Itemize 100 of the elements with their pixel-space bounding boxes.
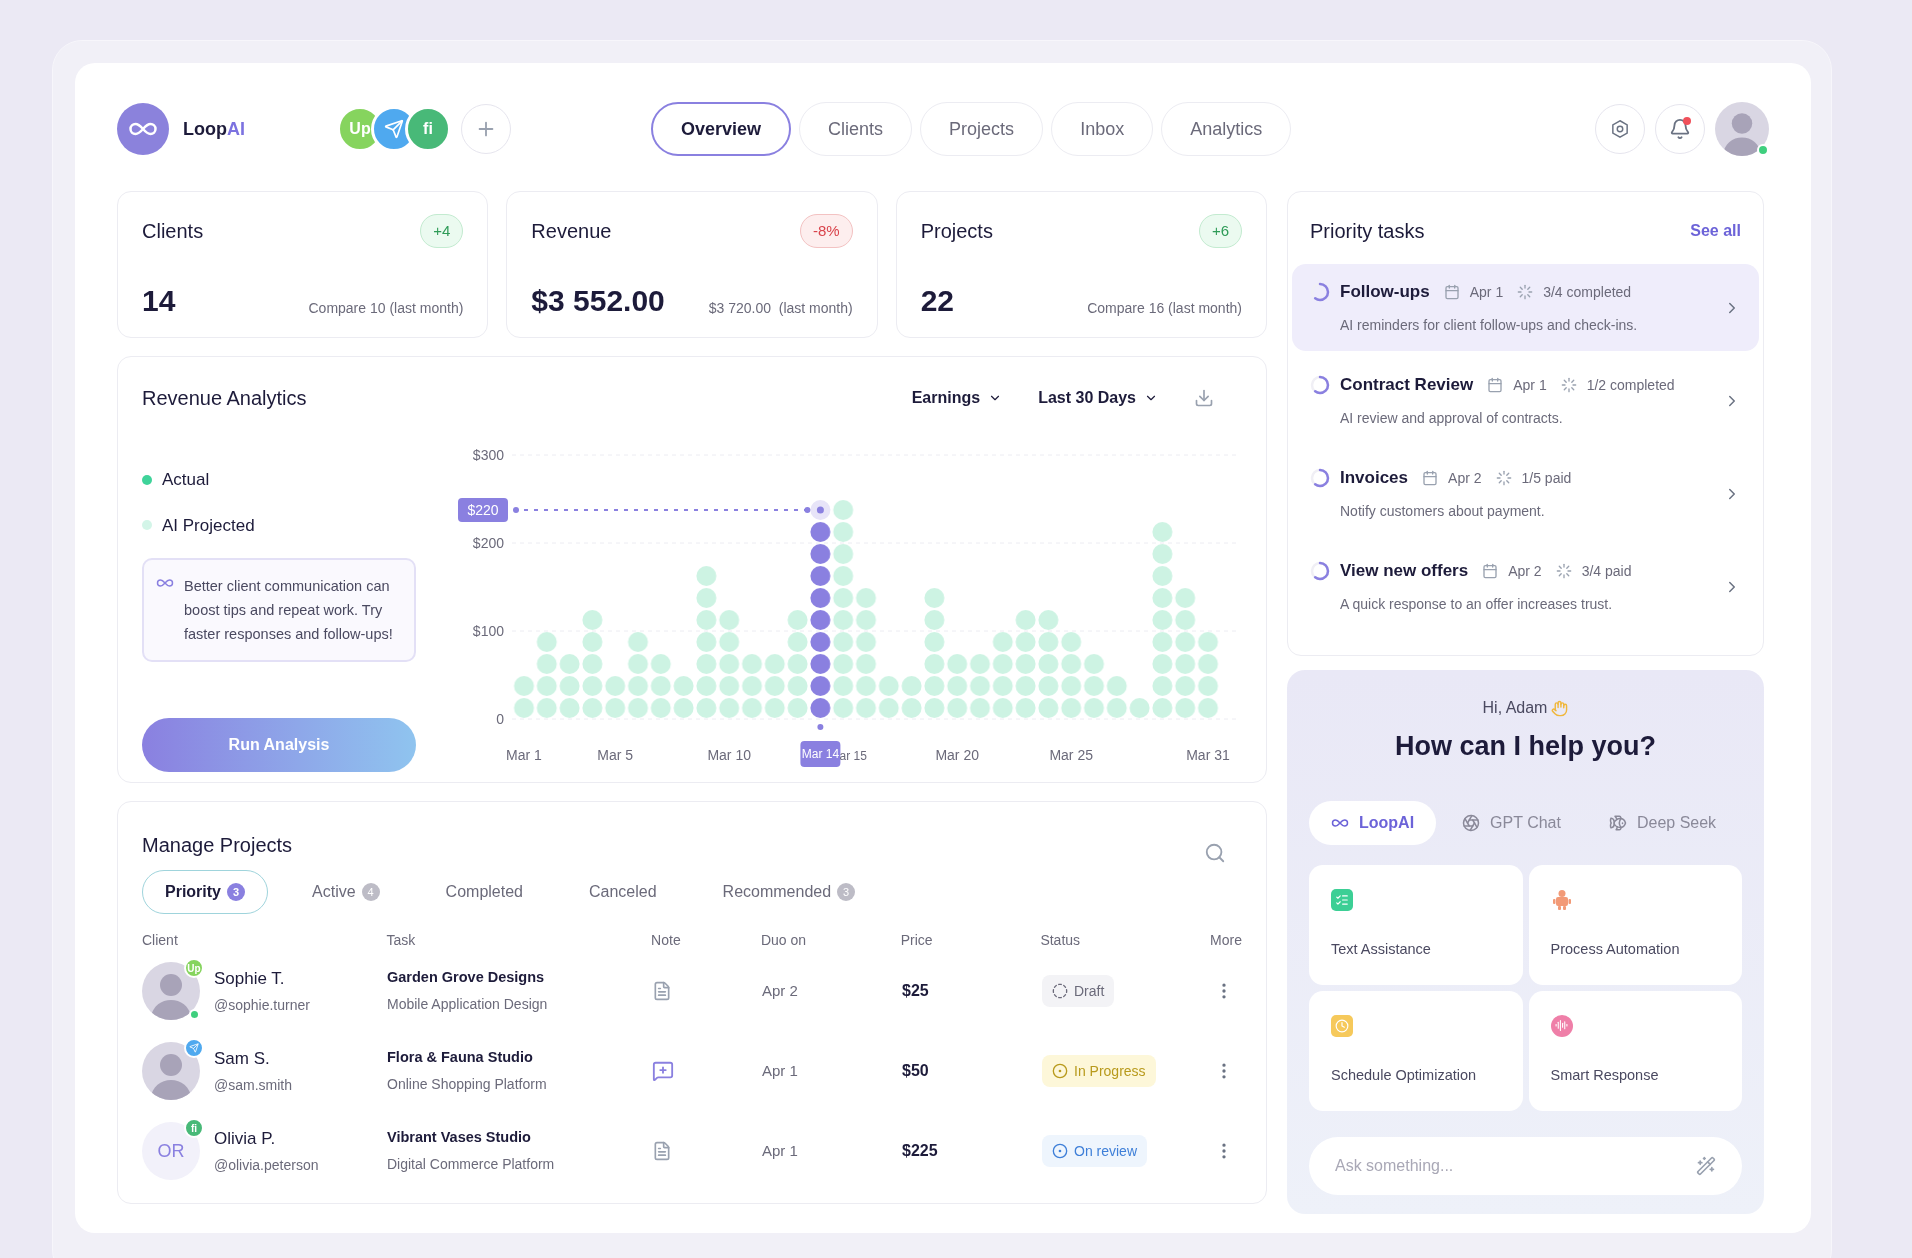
- feature-card[interactable]: Process Automation: [1528, 864, 1742, 985]
- feature-card[interactable]: Schedule Optimization: [1309, 990, 1523, 1111]
- calendar-icon: [1443, 284, 1460, 300]
- waving-hand-icon: [1551, 699, 1569, 717]
- filter-dropdown[interactable]: Earnings: [911, 386, 1003, 410]
- due-date: Apr 2: [762, 982, 798, 999]
- column-header: Client: [142, 932, 178, 948]
- feature-card[interactable]: Smart Response: [1528, 990, 1742, 1111]
- axis-label: Mar 20: [935, 747, 979, 763]
- loader-icon: [1560, 377, 1577, 393]
- avatar: [142, 962, 200, 1020]
- axis-label: 0: [496, 711, 504, 727]
- value-callout: $220: [458, 498, 811, 522]
- due-date: Apr 1: [762, 1062, 798, 1079]
- ask-field[interactable]: Ask something...: [1309, 1136, 1742, 1195]
- loader-icon: [1517, 284, 1534, 300]
- x-tick-label: Mar 14: [801, 747, 840, 761]
- spinner-icon: [1310, 468, 1330, 488]
- download-icon[interactable]: [1194, 388, 1214, 408]
- note-icon[interactable]: [652, 1141, 672, 1161]
- feature-label: Schedule Optimization: [1331, 1065, 1478, 1085]
- task-name: Invoices: [1340, 467, 1409, 490]
- axis-label: $100: [472, 623, 504, 639]
- date-label: Mar 14: [800, 741, 841, 767]
- note-icon[interactable]: [652, 981, 672, 1001]
- task-date: Apr 2: [1508, 561, 1542, 581]
- loader-icon: [1495, 470, 1512, 486]
- status-badge: In Progress: [1042, 1055, 1156, 1087]
- legend-label: Actual: [162, 469, 210, 491]
- model-tab[interactable]: LoopAI: [1309, 800, 1437, 845]
- brand-name: LoopAI: [183, 117, 245, 141]
- add-button[interactable]: [461, 104, 511, 154]
- axis-label: Mar 10: [707, 747, 751, 763]
- column-header: Status: [1040, 932, 1081, 948]
- calendar-icon: [1422, 470, 1439, 486]
- task-title: Garden Grove Designs: [387, 967, 546, 987]
- column-header: Price: [900, 932, 933, 948]
- client-name: Sophie T.: [214, 967, 286, 990]
- project-tab[interactable]: Active 4: [290, 870, 402, 914]
- integration-badge: Up: [184, 958, 204, 978]
- filter-dropdown[interactable]: Last 30 Days: [1038, 386, 1158, 410]
- column-header: Note: [651, 932, 681, 948]
- feature-card[interactable]: Text Assistance: [1309, 864, 1523, 985]
- price: $25: [902, 982, 929, 999]
- magic-wand-icon[interactable]: [1696, 1155, 1716, 1176]
- column-header: Duo on: [760, 932, 807, 948]
- model-tab[interactable]: Deep Seek: [1586, 800, 1739, 845]
- project-tab[interactable]: Canceled: [566, 870, 679, 914]
- spinner-icon: [1310, 282, 1330, 302]
- tip-text: Better client communication can boost tips and repeat work. Try faster responses and follow-ups!: [184, 577, 394, 644]
- comparison-text: $3 720.00 (last month): [708, 299, 853, 318]
- stat-title: Projects: [920, 219, 993, 244]
- model-tab[interactable]: GPT Chat: [1440, 800, 1583, 845]
- feature-label: Process Automation: [1550, 939, 1681, 959]
- spinner-icon: [1310, 561, 1330, 581]
- column-header: Task: [386, 932, 416, 948]
- price: $50: [902, 1062, 929, 1079]
- assistant-heading: How can I help you?: [1394, 730, 1657, 763]
- bell-icon: [1669, 118, 1691, 140]
- comparison-text: Compare 10 (last month): [308, 299, 464, 318]
- search-icon[interactable]: [1204, 842, 1226, 864]
- column-header: More: [1210, 932, 1242, 948]
- status-badge: Draft: [1042, 975, 1115, 1007]
- notifications-button[interactable]: [1655, 104, 1705, 154]
- highlight-marker: [810, 500, 831, 520]
- task-item[interactable]: Follow-ups Apr 1 3/4 completed AI reminders for client follow-ups and check-ins.: [1292, 264, 1759, 351]
- client-handle: @olivia.peterson: [214, 1156, 319, 1176]
- status-badge: On review: [1042, 1135, 1148, 1167]
- settings-icon: [1609, 118, 1631, 140]
- project-tab[interactable]: Completed: [423, 870, 545, 914]
- add-note-icon[interactable]: [652, 1060, 674, 1082]
- client-handle: @sophie.turner: [214, 996, 310, 1016]
- card-title: Revenue Analytics: [142, 386, 307, 411]
- task-description: Notify customers about payment.: [1340, 501, 1546, 521]
- task-subtitle: Online Shopping Platform: [387, 1075, 548, 1095]
- task-title: Vibrant Vases Studio: [387, 1127, 532, 1147]
- axis-label: Mar 5: [597, 747, 634, 763]
- price: $225: [902, 1142, 938, 1159]
- nav-tab[interactable]: Overview: [651, 102, 792, 156]
- stat-title: Revenue: [531, 219, 612, 244]
- loader-icon: [1555, 563, 1572, 579]
- axis-label: Mar 1: [506, 747, 542, 763]
- task-title: Flora & Fauna Studio: [387, 1047, 534, 1067]
- task-date: Apr 2: [1448, 468, 1482, 488]
- axis-label: ar 15: [839, 749, 867, 763]
- task-description: AI review and approval of contracts.: [1340, 408, 1564, 428]
- settings-button[interactable]: [1595, 104, 1645, 154]
- legend-label: AI Projected: [162, 514, 255, 537]
- see-all-link[interactable]: See all: [1690, 219, 1741, 243]
- due-date: Apr 1: [762, 1142, 798, 1159]
- task-progress: 3/4 completed: [1543, 282, 1632, 302]
- project-tab[interactable]: Recommended 3: [700, 870, 878, 914]
- task-subtitle: Mobile Application Design: [387, 995, 549, 1015]
- axis-label: $200: [472, 535, 504, 551]
- task-progress: 1/5 paid: [1521, 468, 1572, 488]
- calendar-icon: [1487, 377, 1504, 393]
- user-avatar[interactable]: [1715, 102, 1769, 156]
- task-progress: 1/2 completed: [1586, 375, 1675, 395]
- card-title: Priority tasks: [1310, 219, 1425, 244]
- comparison-text: Compare 16 (last month): [1087, 299, 1242, 318]
